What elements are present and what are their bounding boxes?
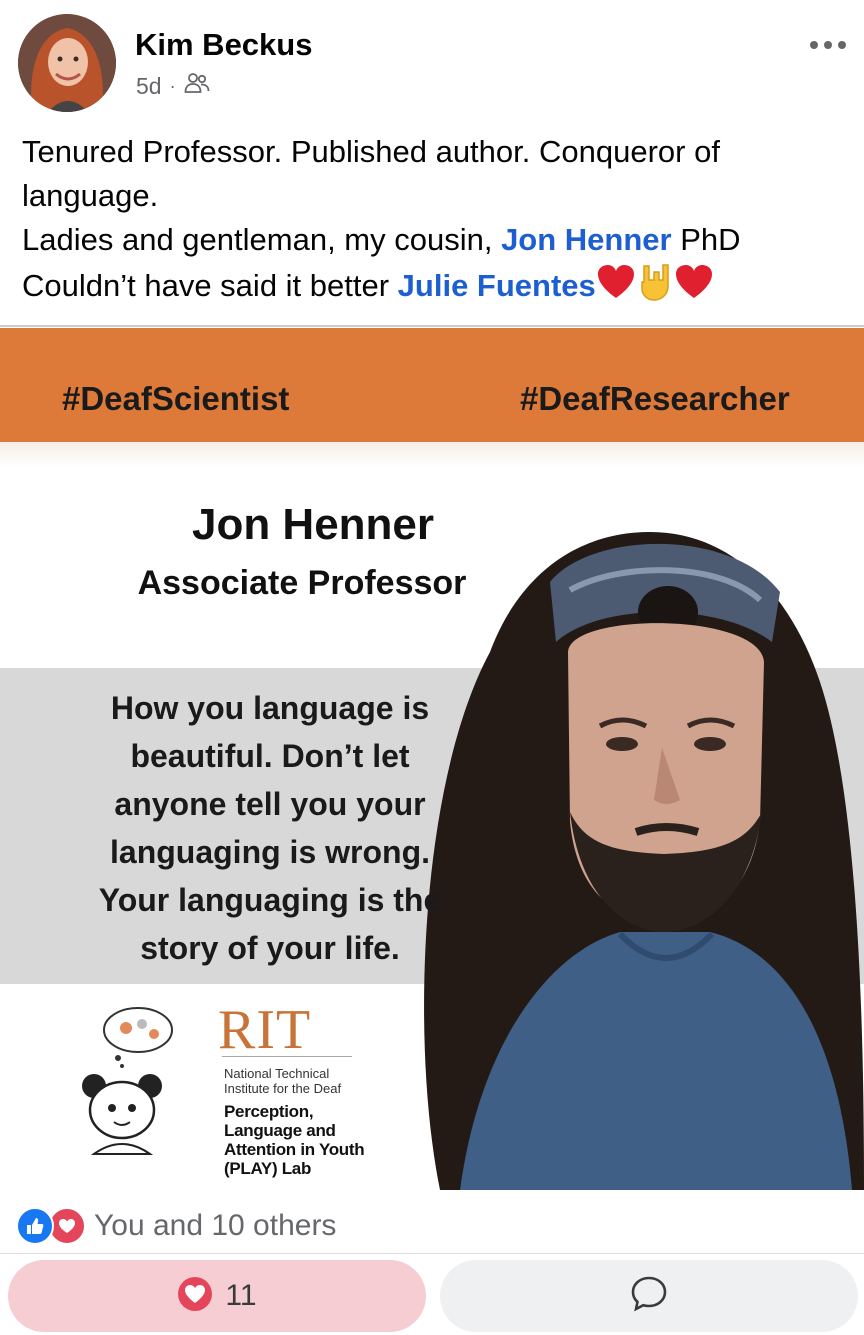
more-options-icon[interactable] [804,28,852,62]
action-divider [0,1253,864,1254]
post-time[interactable]: 5d [136,73,162,100]
play-lab-label: Perception, Language and Attention in Yo… [224,1102,365,1178]
comment-button[interactable] [440,1260,858,1332]
meta-separator: · [169,75,176,96]
friends-icon[interactable] [184,72,210,100]
author-avatar[interactable] [18,14,116,112]
heart-emoji-icon [596,264,636,312]
post-header: Kim Beckus 5d · [0,0,864,120]
rock-hand-emoji-icon [636,262,674,314]
like-icon [16,1207,54,1245]
post-text: Tenured Professor. Published author. Con… [22,130,842,314]
reactions-summary[interactable]: You and 10 others [16,1206,336,1246]
play-lab-mascot-icon [76,1002,186,1162]
quote-line: beautiful. Don’t let [130,738,410,774]
author-name[interactable]: Kim Beckus [135,27,312,63]
post-text-line-3-suffix: PhD [671,222,741,257]
quote-line: story of your life. [140,930,400,966]
post-text-line-4: Couldn’t have said it better Julie Fuent… [22,262,842,314]
rit-logo: RIT [218,999,312,1061]
post-text-line-3-prefix: Ladies and gentleman, my cousin, [22,222,502,257]
hashtag-deaf-researcher: #DeafResearcher [520,380,790,417]
post-text-line-1: Tenured Professor. Published author. Con… [22,134,720,169]
banner-fade [0,442,864,468]
rit-rule [222,1056,352,1057]
mention-jon-henner[interactable]: Jon Henner [501,222,672,257]
post-image[interactable]: #DeafScientist #DeafResearcher Jon Henne… [0,322,864,1190]
love-react-button[interactable]: 11 [8,1260,426,1332]
image-top-rule [0,325,864,327]
mention-julie-fuentes[interactable]: Julie Fuentes [398,268,596,303]
love-icon [177,1276,213,1317]
post-text-line-3: Ladies and gentleman, my cousin, Jon Hen… [22,218,842,262]
quote-line: How you language is [110,690,430,726]
quote-line: Your languaging is the [98,882,442,918]
reactions-summary-text: You and 10 others [94,1209,337,1242]
post-text-line-2: language. [22,178,159,213]
ntid-label: National Technical Institute for the Dea… [224,1066,342,1096]
quote-line: anyone tell you your [114,786,426,822]
post-meta: 5d · [136,72,210,100]
heart-emoji-icon [674,264,714,312]
reaction-count: 11 [225,1279,257,1312]
hashtag-banner: #DeafScientist #DeafResearcher [0,328,864,442]
post-text-line-4-prefix: Couldn’t have said it better [22,268,398,304]
hashtag-deaf-scientist: #DeafScientist [62,380,290,417]
comment-icon [630,1275,668,1318]
quote-text: How you language is beautiful. Don’t let… [40,684,500,972]
quote-line: languaging is wrong. [110,834,430,870]
